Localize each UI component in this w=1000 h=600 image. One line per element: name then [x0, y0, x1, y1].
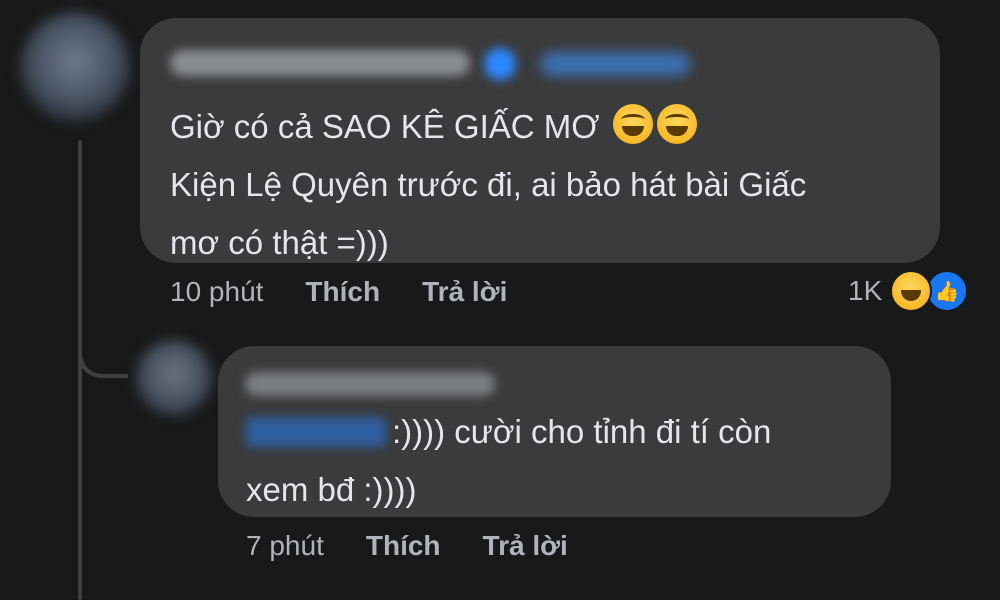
like-icon: 👍: [926, 270, 969, 312]
reaction-count: 1K: [848, 275, 883, 306]
reply-avatar[interactable]: [136, 340, 212, 416]
reply-line-2: xem bđ :)))): [246, 471, 417, 508]
reply-like-button[interactable]: Thích: [366, 530, 441, 562]
comment-line-3: mơ có thật =))): [170, 224, 389, 261]
reply-actions: 7 phút Thích Trả lời: [246, 530, 610, 562]
reply-text: :)))) cười cho tỉnh đi tí còn xem bđ :))…: [246, 403, 876, 519]
thread-line: [78, 140, 82, 600]
like-button[interactable]: Thích: [305, 276, 380, 308]
reply-time[interactable]: 7 phút: [246, 530, 324, 562]
haha-icon: [890, 270, 933, 312]
reply-reply-button[interactable]: Trả lời: [483, 530, 568, 562]
comment-line-1: Giờ có cả SAO KÊ GIẤC MƠ: [170, 108, 600, 145]
commenter-name-redacted[interactable]: [170, 50, 470, 76]
comment-line-2: Kiện Lệ Quyên trước đi, ai bảo hát bài G…: [170, 166, 807, 203]
reaction-summary[interactable]: 1K 👍: [848, 270, 969, 312]
laughing-squint-icon: [612, 104, 653, 144]
verified-badge-icon: [484, 48, 516, 80]
reply-commenter-name-redacted[interactable]: [245, 372, 495, 396]
comment-time[interactable]: 10 phút: [170, 276, 263, 308]
comment-actions: 10 phút Thích Trả lời: [170, 276, 549, 308]
laughing-squint-icon: [656, 104, 697, 144]
mention-redacted[interactable]: [246, 417, 386, 447]
reply-line-1: :)))) cười cho tỉnh đi tí còn: [392, 413, 772, 450]
reply-button[interactable]: Trả lời: [422, 276, 507, 308]
comment-text: Giờ có cả SAO KÊ GIẤC MƠ Kiện Lệ Quyên t…: [170, 98, 930, 272]
avatar[interactable]: [20, 12, 130, 122]
thread-reply-connector: [78, 330, 128, 378]
follow-link-redacted[interactable]: [540, 52, 690, 76]
